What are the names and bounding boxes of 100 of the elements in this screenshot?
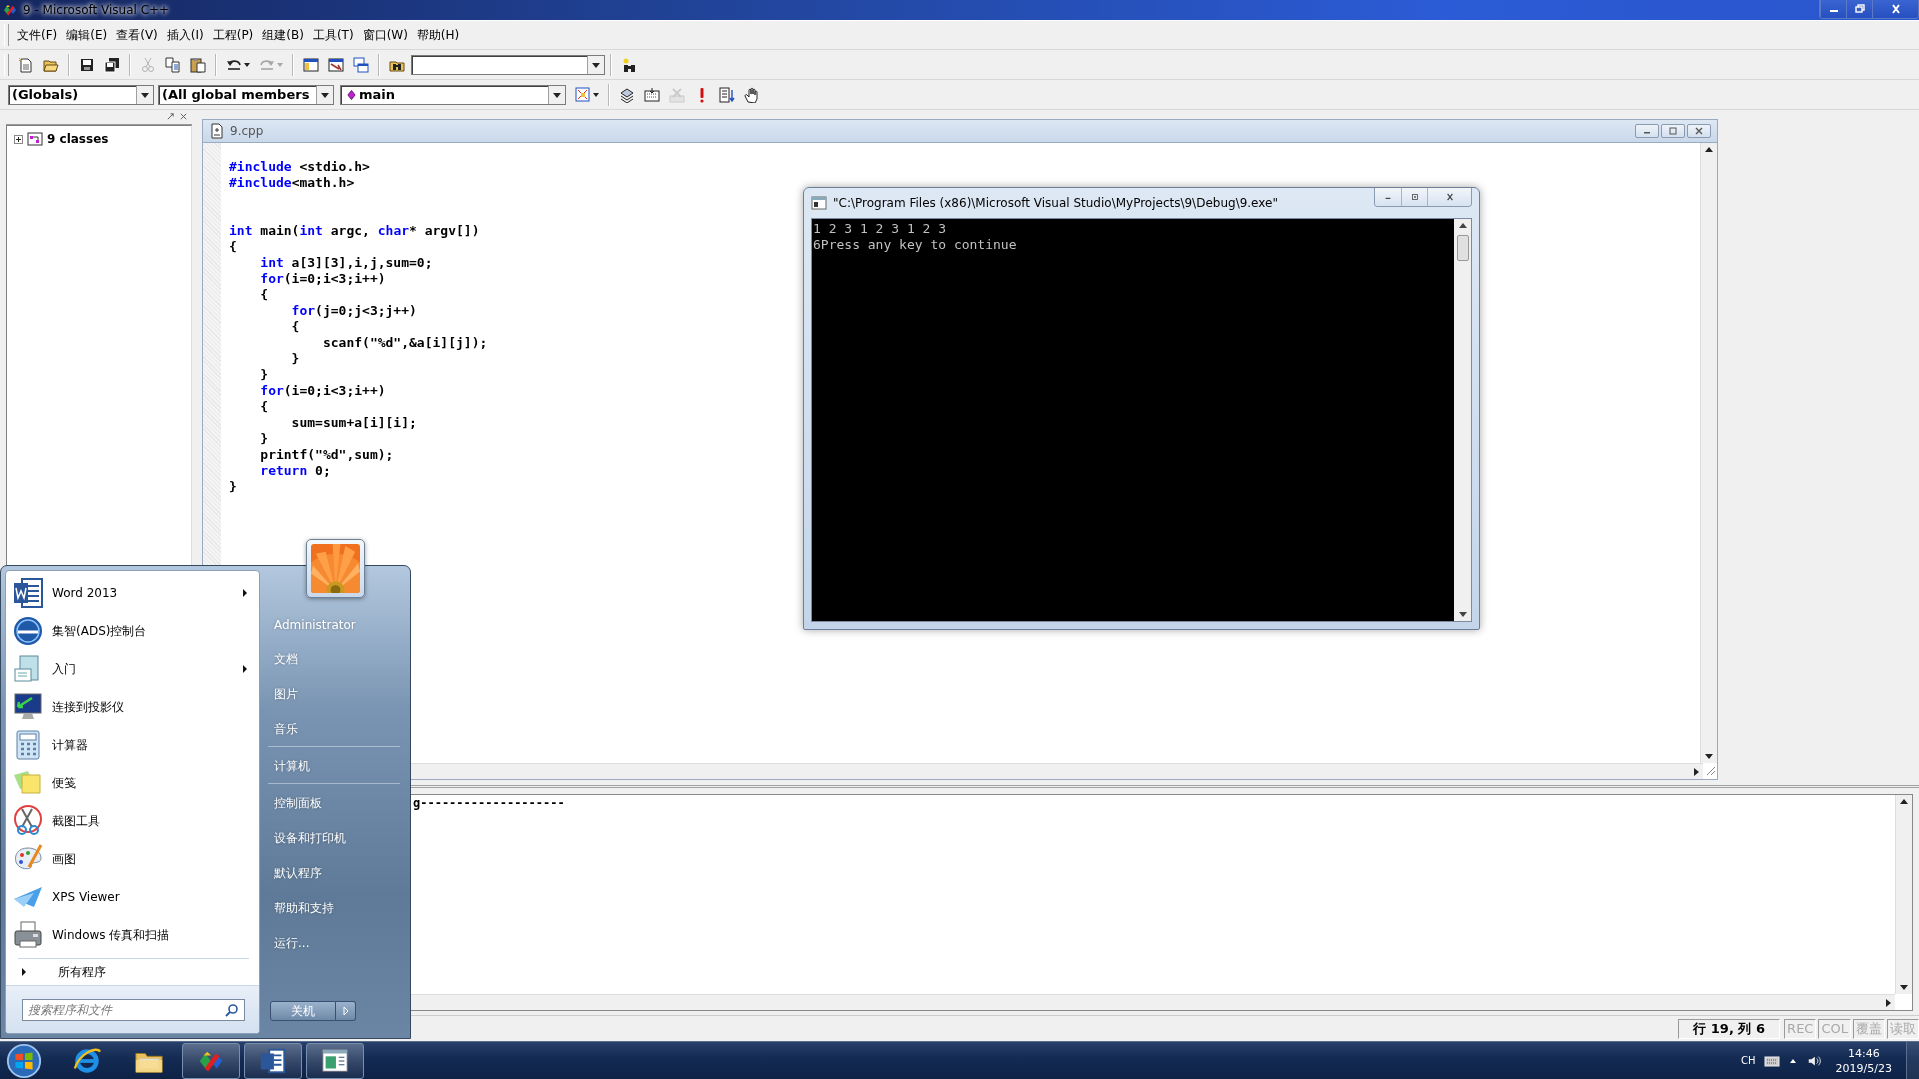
windows-icon bbox=[353, 56, 369, 73]
save-all-icon bbox=[104, 56, 120, 73]
window-title: 9 - Microsoft Visual C++ bbox=[23, 3, 170, 17]
clock-time[interactable]: 14:46 bbox=[1847, 1045, 1880, 1061]
code-line: return 0; bbox=[259, 463, 331, 479]
scrollbar[interactable] bbox=[1895, 795, 1912, 994]
menu-item[interactable]: 工具(T) bbox=[308, 23, 358, 47]
menu-item[interactable]: 查看(V) bbox=[112, 23, 162, 47]
start-menu-link[interactable]: 默认程序 bbox=[268, 856, 400, 891]
cursor-position: 行 19, 列 6 bbox=[1678, 1018, 1781, 1039]
minimize-button[interactable] bbox=[1820, 0, 1846, 18]
class-combo[interactable]: (Globals) bbox=[8, 84, 154, 105]
program-item[interactable]: 截图工具 bbox=[6, 802, 259, 840]
code-line: { bbox=[290, 319, 300, 335]
right-arrow-icon bbox=[20, 967, 28, 977]
start-menu-link[interactable]: 帮助和支持 bbox=[268, 891, 400, 926]
program-item[interactable]: 便笺 bbox=[6, 764, 259, 802]
document-icon bbox=[209, 123, 225, 139]
all-programs-item[interactable]: 所有程序 bbox=[6, 959, 259, 985]
start-menu-link[interactable]: 设备和打印机 bbox=[268, 821, 400, 856]
close-icon bbox=[1889, 4, 1902, 14]
copy-icon bbox=[165, 56, 181, 73]
paste-icon bbox=[190, 56, 206, 73]
menu-item[interactable]: 组建(B) bbox=[258, 23, 308, 47]
output-line: g-------------------- bbox=[413, 796, 565, 810]
expand-icon[interactable] bbox=[14, 134, 23, 144]
program-item[interactable]: 集智(ADS)控制台 bbox=[6, 612, 259, 650]
code-line: { bbox=[259, 399, 269, 415]
close-button[interactable] bbox=[1872, 0, 1918, 18]
start-menu-link[interactable]: 控制面板 bbox=[268, 786, 400, 821]
dropdown-icon bbox=[548, 85, 565, 104]
caret-icon bbox=[593, 92, 599, 97]
start-menu-link[interactable]: 运行... bbox=[268, 926, 400, 961]
scrollbar-thumb[interactable] bbox=[1456, 235, 1469, 261]
code-line: int main(int argc, char* argv[]) bbox=[229, 223, 480, 239]
document-tab-title: 9.cpp bbox=[230, 124, 264, 138]
submenu-arrow-icon bbox=[241, 588, 249, 598]
close-button[interactable] bbox=[1427, 188, 1471, 206]
program-item[interactable]: XPS Viewer bbox=[6, 878, 259, 916]
tree-item[interactable]: 9 classes bbox=[47, 132, 109, 146]
code-line: #include <stdio.h> bbox=[229, 159, 370, 175]
code-line: printf("%d",sum); bbox=[259, 447, 394, 463]
program-item[interactable]: 画图 bbox=[6, 840, 259, 878]
code-line: { bbox=[259, 287, 269, 303]
keyboard-icon[interactable] bbox=[1763, 1053, 1780, 1068]
search-field[interactable]: 搜索程序和文件 bbox=[22, 998, 245, 1021]
program-item[interactable]: Word 2013 bbox=[6, 574, 259, 612]
status-indicator: REC bbox=[1784, 1018, 1817, 1039]
list-arrow-icon bbox=[719, 86, 735, 103]
program-item[interactable]: 计算器 bbox=[6, 726, 259, 764]
status-indicator: COL bbox=[1818, 1018, 1851, 1039]
diamond-icon bbox=[347, 88, 356, 101]
caret-icon bbox=[277, 62, 283, 67]
taskbar-button[interactable] bbox=[306, 1042, 364, 1079]
document-icon bbox=[12, 577, 44, 609]
code-line: for(j=0;j<3;j++) bbox=[290, 303, 417, 319]
members-combo[interactable]: (All global members bbox=[158, 84, 334, 105]
close-icon bbox=[1444, 193, 1455, 201]
taskbar-button[interactable] bbox=[244, 1042, 302, 1079]
shutdown-options-button[interactable] bbox=[336, 1001, 356, 1021]
classes-icon bbox=[27, 131, 43, 147]
scrollbar[interactable] bbox=[1454, 219, 1471, 621]
code-line: sum=sum+a[i][i]; bbox=[290, 415, 417, 431]
build-icon bbox=[644, 86, 660, 103]
program-item[interactable]: Windows 传真和扫描 bbox=[6, 916, 259, 954]
pin-icon[interactable] bbox=[166, 112, 175, 121]
close-button[interactable] bbox=[1687, 124, 1711, 138]
close-icon bbox=[1694, 127, 1704, 135]
dropdown-icon bbox=[136, 85, 153, 104]
menu-item[interactable]: 文件(F) bbox=[13, 23, 62, 47]
menu-item[interactable]: 工程(P) bbox=[208, 23, 258, 47]
menu-item[interactable]: 编辑(E) bbox=[62, 23, 112, 47]
scrollbar[interactable] bbox=[1700, 143, 1717, 763]
window-title: "C:\Program Files (x86)\Microsoft Visual Studio\MyProjects\9\Debug\9.exe" bbox=[833, 196, 1278, 210]
program-item[interactable]: 连接到投影仪 bbox=[6, 688, 259, 726]
language-indicator[interactable]: CH bbox=[1741, 1055, 1756, 1066]
status-indicator: 覆盖 bbox=[1853, 1018, 1885, 1039]
menu-item[interactable]: 插入(I) bbox=[162, 23, 208, 47]
function-combo[interactable]: main bbox=[340, 84, 566, 105]
restore-icon bbox=[1409, 193, 1420, 201]
search-icon[interactable] bbox=[225, 1002, 239, 1017]
restore-button[interactable] bbox=[1846, 0, 1872, 18]
workspace-icon bbox=[303, 56, 319, 73]
menu-item[interactable]: 帮助(H) bbox=[412, 23, 464, 47]
clock-date[interactable]: 2019/5/23 bbox=[1835, 1060, 1892, 1076]
menu-item[interactable]: 窗口(W) bbox=[358, 23, 412, 47]
save-icon bbox=[79, 56, 95, 73]
disc-icon bbox=[12, 615, 44, 647]
maximize-button[interactable] bbox=[1401, 188, 1427, 206]
code-line: for(i=0;i<3;i++) bbox=[259, 383, 386, 399]
find-combo[interactable] bbox=[411, 54, 605, 75]
code-line: } bbox=[259, 431, 269, 447]
console-line: 1 2 3 1 2 3 1 2 3 bbox=[813, 221, 947, 237]
program-item[interactable]: 入门 bbox=[6, 650, 259, 688]
code-line: } bbox=[259, 367, 269, 383]
printer-icon bbox=[12, 919, 44, 951]
close-icon[interactable] bbox=[179, 112, 188, 121]
show-desktop-button[interactable] bbox=[1906, 1041, 1919, 1079]
compile-icon bbox=[619, 86, 635, 103]
search-icon bbox=[621, 56, 637, 73]
